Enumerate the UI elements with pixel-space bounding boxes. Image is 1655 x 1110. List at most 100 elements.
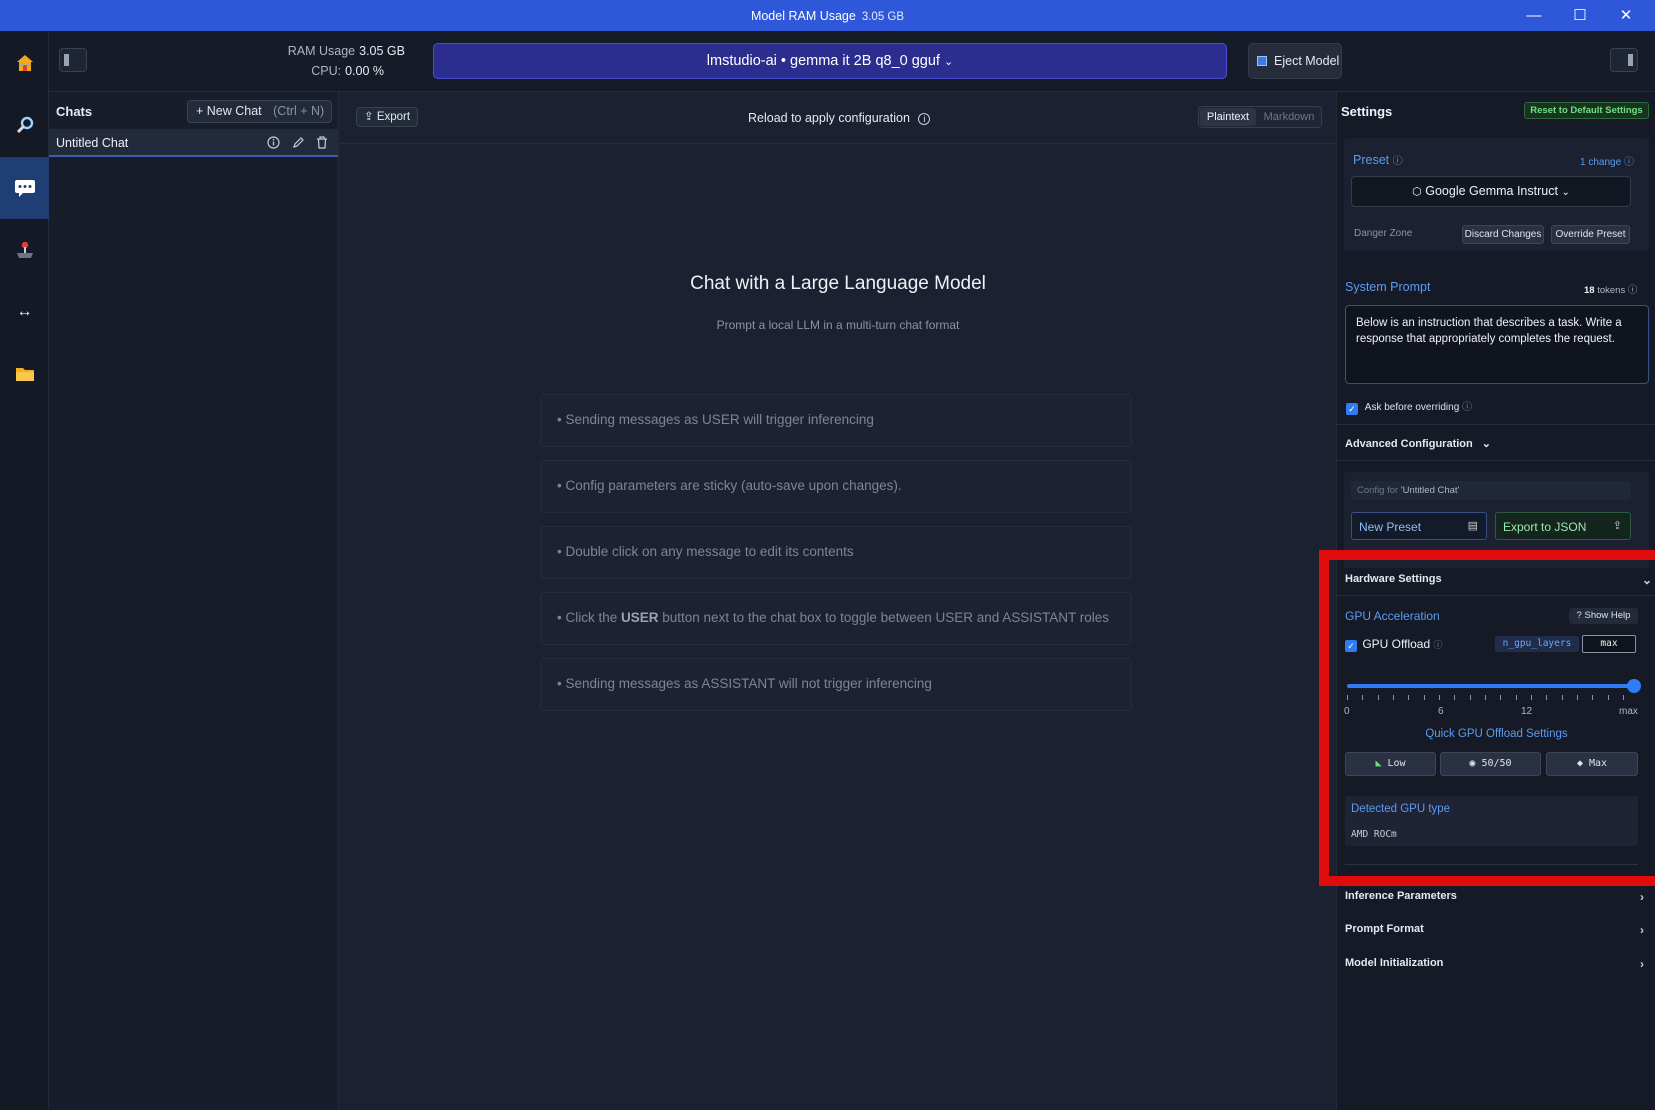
cpu-value: 0.00 % xyxy=(345,64,384,78)
leaf-icon: ◣ xyxy=(1375,758,1382,769)
slider-tick xyxy=(1485,695,1486,700)
tip-item: • Config parameters are sticky (auto-sav… xyxy=(540,460,1132,513)
maximize-button[interactable]: ☐ xyxy=(1566,5,1594,27)
system-prompt-input[interactable]: Below is an instruction that describes a… xyxy=(1345,305,1649,384)
chat-icon[interactable] xyxy=(0,157,49,219)
tick-label: 12 xyxy=(1521,706,1533,717)
close-button[interactable]: ✕ xyxy=(1612,5,1640,27)
chevron-down-icon: ⌄ xyxy=(1481,438,1492,450)
ask-before-label: Ask before overriding xyxy=(1364,402,1460,413)
divider xyxy=(1337,460,1655,461)
advanced-config-toggle[interactable]: Advanced Configuration ⌄ xyxy=(1337,437,1655,450)
reset-defaults-button[interactable]: Reset to Default Settings xyxy=(1524,102,1649,119)
markdown-tab[interactable]: Markdown xyxy=(1258,108,1320,126)
slider-tick xyxy=(1623,695,1624,700)
eject-icon xyxy=(1257,56,1267,66)
page-title: Chat with a Large Language Model xyxy=(690,273,986,294)
ram-label: RAM Usage xyxy=(287,44,356,58)
slider-tick xyxy=(1515,695,1517,700)
slider-tick xyxy=(1592,695,1594,700)
slider-thumb[interactable] xyxy=(1627,679,1641,693)
gpu-offload-slider[interactable]: 0 6 12 max xyxy=(1344,679,1641,733)
tip-item: • Sending messages as ASSISTANT will not… xyxy=(540,658,1132,711)
page-subtitle: Prompt a local LLM in a multi-turn chat … xyxy=(716,318,960,332)
chat-area: ⇪ Export Reload to apply configuration i… xyxy=(340,92,1336,1110)
slider-tick xyxy=(1546,695,1548,700)
export-json-button[interactable]: Export to JSON ⇪ xyxy=(1495,512,1631,540)
tick-label: max xyxy=(1619,706,1638,717)
info-icon[interactable]: i xyxy=(918,113,931,125)
hardware-settings-toggle[interactable]: Hardware Settings ⌄ xyxy=(1337,573,1655,587)
gpu-offload-label: GPU Offload xyxy=(1362,637,1431,651)
upload-icon: ⇪ xyxy=(1612,520,1622,532)
detected-gpu-label: Detected GPU type xyxy=(1351,803,1451,815)
prompt-format-label: Prompt Format xyxy=(1345,923,1424,935)
inference-parameters-toggle[interactable]: Inference Parameters › xyxy=(1337,890,1655,904)
model-initialization-label: Model Initialization xyxy=(1345,957,1444,969)
slider-tick xyxy=(1561,695,1563,700)
advanced-config-label: Advanced Configuration xyxy=(1345,438,1473,450)
system-prompt-label: System Prompt xyxy=(1345,280,1431,294)
chevron-right-icon: › xyxy=(1640,957,1644,971)
divider xyxy=(1337,595,1655,596)
upload-icon: ⇪ xyxy=(364,111,374,123)
changes-link[interactable]: 1 change ⓘ xyxy=(1580,153,1634,168)
cube-icon: ⬡ xyxy=(1412,186,1422,198)
slider-tick xyxy=(1347,695,1348,700)
new-chat-button[interactable]: + New Chat (Ctrl + N) xyxy=(187,100,332,123)
cpu-usage: CPU: 0.00 % xyxy=(204,64,384,78)
joystick-icon[interactable] xyxy=(0,219,49,281)
info-icon[interactable]: ⓘ xyxy=(1393,156,1403,167)
chats-panel: Chats + New Chat (Ctrl + N) Untitled Cha… xyxy=(49,92,339,1110)
list-item[interactable]: Untitled Chat xyxy=(49,129,338,157)
arrows-icon[interactable]: ↔ xyxy=(0,281,49,343)
model-initialization-toggle[interactable]: Model Initialization › xyxy=(1337,957,1655,971)
new-preset-button[interactable]: New Preset ▤ xyxy=(1351,512,1487,540)
home-icon[interactable] xyxy=(0,32,49,94)
info-icon: ⓘ xyxy=(1623,157,1634,168)
info-icon[interactable] xyxy=(267,136,280,149)
settings-toggle-icon[interactable] xyxy=(1610,48,1638,72)
balance-icon: ◉ xyxy=(1469,758,1476,769)
slider-tick xyxy=(1531,695,1532,700)
minimize-button[interactable]: — xyxy=(1520,5,1548,27)
trash-icon[interactable] xyxy=(316,136,328,149)
gpu-low-button[interactable]: ◣ Low xyxy=(1345,752,1436,776)
export-button[interactable]: ⇪ Export xyxy=(356,107,418,127)
tip-item: • Sending messages as USER will trigger … xyxy=(540,394,1132,447)
format-toggle: Plaintext Markdown xyxy=(1198,106,1322,128)
new-chat-label: + New Chat xyxy=(196,104,262,118)
info-icon[interactable]: ⓘ xyxy=(1462,402,1472,413)
gpu-half-button[interactable]: ◉ 50/50 xyxy=(1440,752,1541,776)
chevron-down-icon: ⌄ xyxy=(1641,573,1652,587)
show-help-button[interactable]: ? Show Help xyxy=(1569,608,1638,624)
gpu-max-button[interactable]: ◆ Max xyxy=(1546,752,1638,776)
info-icon[interactable]: ⓘ xyxy=(1434,640,1443,650)
eject-model-button[interactable]: Eject Model xyxy=(1248,43,1342,79)
prompt-format-toggle[interactable]: Prompt Format › xyxy=(1337,923,1655,937)
token-count-label: tokens xyxy=(1597,285,1626,296)
plaintext-tab[interactable]: Plaintext xyxy=(1200,108,1256,126)
ask-before-checkbox[interactable]: ✓ Ask before overriding ⓘ xyxy=(1346,398,1472,415)
edit-icon[interactable] xyxy=(292,136,305,149)
n-gpu-layers-input[interactable]: max xyxy=(1582,635,1636,653)
model-selector[interactable]: lmstudio-ai • gemma it 2B q8_0 gguf ⌄ xyxy=(433,43,1227,79)
config-for-field: Config for 'Untitled Chat' xyxy=(1351,481,1631,500)
slider-tick xyxy=(1362,695,1364,700)
check-icon: ✓ xyxy=(1346,403,1358,415)
new-chat-shortcut: (Ctrl + N) xyxy=(273,104,325,118)
sidebar-toggle-icon[interactable] xyxy=(59,48,87,72)
model-name: lmstudio-ai • gemma it 2B q8_0 gguf xyxy=(706,53,940,69)
changes-label: 1 change xyxy=(1580,157,1622,168)
danger-zone-label: Danger Zone xyxy=(1354,228,1413,239)
slider-tick xyxy=(1393,695,1394,700)
folder-icon[interactable] xyxy=(0,343,49,405)
discard-changes-button[interactable]: Discard Changes xyxy=(1462,225,1544,244)
search-icon[interactable] xyxy=(0,94,49,156)
reload-notice: Reload to apply configuration i xyxy=(748,111,931,125)
gpu-offload-checkbox[interactable]: ✓ GPU Offload ⓘ xyxy=(1345,637,1443,652)
override-preset-button[interactable]: Override Preset xyxy=(1551,225,1630,244)
slider-tick xyxy=(1423,695,1425,700)
preset-select[interactable]: ⬡ Google Gemma Instruct ⌄ xyxy=(1351,176,1631,207)
info-icon[interactable]: ⓘ xyxy=(1628,285,1638,296)
